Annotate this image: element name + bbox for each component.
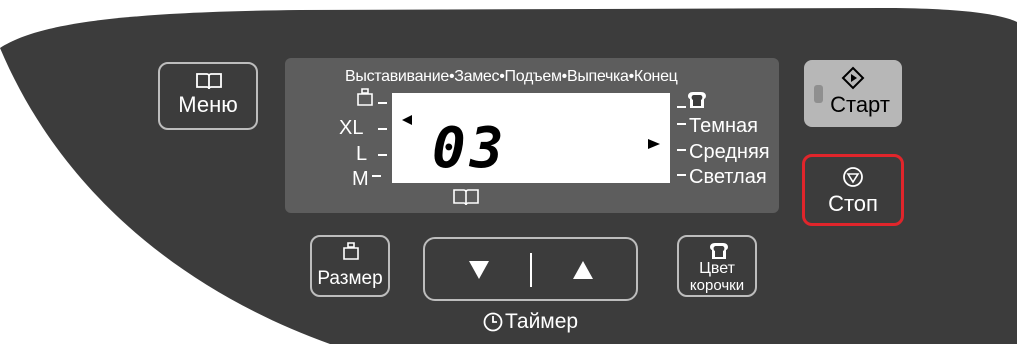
triangle-down-icon xyxy=(469,261,489,279)
size-weight-icon xyxy=(357,88,373,106)
book-icon xyxy=(196,73,222,90)
triangle-up-icon xyxy=(573,261,593,279)
size-tick-xl xyxy=(378,128,387,130)
timer-up-button[interactable] xyxy=(532,239,636,299)
timer-down-button[interactable] xyxy=(425,239,530,299)
size-l-label: L xyxy=(356,143,368,165)
stop-button[interactable]: Стоп xyxy=(802,154,904,226)
size-tick-l xyxy=(378,154,387,156)
stop-label: Стоп xyxy=(828,191,878,216)
right-arrow-indicator xyxy=(648,139,660,149)
crust-tick-top xyxy=(677,106,686,108)
crust-tick-medium xyxy=(677,149,686,151)
size-tick-m xyxy=(372,175,381,177)
crust-color-button[interactable]: Цвет корочки xyxy=(677,235,757,297)
start-label: Старт xyxy=(830,92,890,117)
crust-tick-light xyxy=(677,174,686,176)
timer-rocker-button[interactable] xyxy=(423,237,638,301)
crust-dark-label: Темная xyxy=(689,115,758,137)
control-panel: Меню Выставивание•Замес•Подъем•Выпечка•К… xyxy=(0,0,1017,344)
crust-medium-label: Средняя xyxy=(689,141,770,163)
display-book-icon xyxy=(453,189,479,206)
start-button[interactable]: Старт xyxy=(804,60,902,127)
timer-label: Таймер xyxy=(505,310,579,333)
menu-button[interactable]: Меню xyxy=(158,62,258,130)
display-value: 03 xyxy=(432,116,508,181)
crust-tick-dark xyxy=(677,123,686,125)
left-arrow-indicator xyxy=(402,115,412,125)
crust-light-label: Светлая xyxy=(689,166,767,188)
start-diamond-icon xyxy=(841,66,865,90)
lcd-screen: 03 xyxy=(392,93,670,183)
size-button[interactable]: Размер xyxy=(310,235,390,297)
size-button-label: Размер xyxy=(317,268,383,289)
menu-label: Меню xyxy=(178,92,238,117)
size-m-label: M xyxy=(352,168,369,190)
size-xl-label: XL xyxy=(339,117,364,139)
weight-icon xyxy=(343,242,359,260)
size-tick-top xyxy=(378,102,387,104)
crust-bread-icon xyxy=(688,92,706,108)
clock-icon xyxy=(483,312,503,332)
bread-icon xyxy=(710,243,728,259)
program-steps: Выставивание•Замес•Подъем•Выпечка•Конец xyxy=(345,68,678,85)
crust-button-label-1: Цвет xyxy=(699,260,735,277)
crust-button-label-2: корочки xyxy=(689,277,745,294)
stop-circle-icon xyxy=(843,167,863,187)
